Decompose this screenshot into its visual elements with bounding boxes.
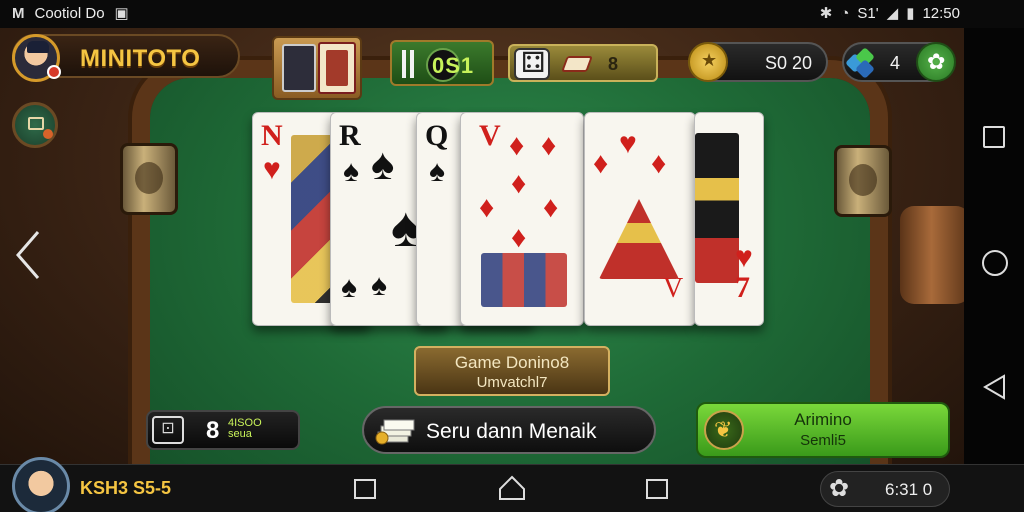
card-rank: R	[339, 119, 361, 152]
dice-counter[interactable]: 8	[508, 44, 658, 82]
profile-avatar[interactable]	[12, 34, 61, 82]
score-button[interactable]: 0S1	[390, 40, 494, 86]
square-button[interactable]	[354, 479, 376, 499]
playing-card[interactable]: ♦ ♥ ♦ V	[584, 112, 696, 326]
card-face-icon	[318, 42, 356, 94]
home-button[interactable]	[982, 250, 1008, 276]
system-nav-bar	[964, 28, 1024, 464]
home-outline-icon[interactable]	[498, 475, 526, 501]
chevron-left-icon[interactable]	[14, 228, 44, 282]
card-pip: ♠	[341, 271, 357, 304]
signal-icon: ◢	[886, 5, 899, 22]
card-suit: ♦	[593, 147, 609, 180]
table-icon: ⊡	[152, 416, 184, 444]
card-rank: N	[261, 119, 283, 152]
back-button[interactable]	[982, 374, 1008, 400]
game-mode-title: Game Donino8	[454, 353, 570, 372]
card-back-icon	[282, 44, 316, 92]
card-pip: ♦	[543, 191, 559, 224]
money-stack-icon	[375, 419, 415, 445]
play-button[interactable]: Seru dann Menaik	[362, 406, 656, 454]
notification-icon: ▣	[114, 5, 129, 22]
square-button[interactable]	[646, 479, 668, 499]
pause-icon	[402, 50, 414, 78]
card-pip: ♠	[371, 140, 395, 189]
right-cup-decoration	[834, 145, 892, 217]
gmail-icon: M	[12, 4, 25, 22]
gem-icon	[845, 47, 880, 79]
card-suit: ♦	[509, 129, 525, 162]
player-name: KSH3 S5-5	[80, 478, 172, 498]
dice-count: 8	[608, 54, 619, 74]
left-cup-decoration	[120, 143, 178, 215]
dice-icon	[514, 46, 550, 80]
bet-value: 8	[206, 417, 220, 444]
tv-icon[interactable]	[12, 102, 58, 148]
card-deck-button[interactable]	[272, 36, 362, 100]
gear-icon: ✿	[829, 475, 850, 502]
card-suit: ♥	[735, 241, 753, 274]
card-pip: ♦	[651, 147, 667, 180]
status-time: 12:50	[922, 4, 960, 22]
status-bar: M Cootiol Do ▣ ✱ ◔ S1' ◢ ▮ 12:50	[0, 0, 1024, 28]
bet-display[interactable]: ⊡ 8 4ISOO seua	[146, 410, 300, 450]
gem-value: 4	[890, 53, 901, 73]
card-suit: ♠	[429, 155, 445, 188]
coin-balance[interactable]: ★ S0 20	[688, 42, 828, 82]
card-rank: Q	[425, 119, 449, 152]
action-button[interactable]: ❦ Arimino Semli5	[696, 402, 950, 458]
bet-subtext: 4ISOO seua	[228, 417, 262, 440]
card-rank: V	[479, 119, 501, 152]
game-mode-subtitle: Umvatchl7	[476, 374, 548, 391]
card-pip: ♠	[371, 269, 387, 302]
brand-title: MINITOTO	[80, 45, 201, 72]
battery-icon: ▮	[906, 5, 915, 22]
court-figure	[599, 199, 679, 279]
signal-text: S1'	[857, 4, 879, 22]
status-carrier: Cootiol Do	[34, 4, 105, 22]
coin-value: S0 20	[764, 53, 812, 73]
balance-pill[interactable]: ✿ 6:31 0	[820, 471, 950, 507]
domino-icon	[561, 56, 593, 72]
card-pip: ♦	[541, 129, 557, 162]
profile-banner[interactable]: MINITOTO	[12, 34, 240, 82]
balance-value: 6:31 0	[885, 480, 933, 499]
player-avatar[interactable]	[12, 457, 70, 512]
card-suit: ♥	[263, 153, 281, 186]
score-display: 0S1	[432, 53, 475, 78]
play-label: Seru dann Menaik	[426, 420, 597, 443]
wifi-icon: ◔	[840, 4, 850, 22]
barrel-decoration	[900, 206, 964, 304]
card-rank: 7	[735, 271, 750, 304]
action-subtitle: Semli5	[800, 432, 846, 449]
court-figure	[695, 133, 739, 283]
game-area: MINITOTO 0S1 8 ★ S0 20 4 ✿ N ♥ R	[0, 28, 964, 464]
card-pip: ♥	[619, 127, 637, 160]
avatar-hat	[27, 41, 49, 53]
coin-icon: ★	[688, 42, 728, 82]
playing-card[interactable]: ♥ 7	[694, 112, 764, 326]
bluetooth-icon: ✱	[819, 5, 833, 22]
settings-gear-icon[interactable]: ✿	[916, 42, 956, 82]
playing-card[interactable]: V ♦ ♦ ♦ ♦ ♦ ♦	[460, 112, 584, 326]
notification-badge	[47, 65, 61, 79]
court-figure	[481, 253, 567, 307]
action-title: Arimino	[794, 410, 852, 429]
card-pip: ♦	[479, 191, 495, 224]
card-pip: V	[663, 273, 684, 304]
bottom-bar: KSH3 S5-5 ✿ 6:31 0	[0, 457, 1024, 512]
game-mode-button[interactable]: Game Donino8 Umvatchl7	[414, 346, 610, 396]
card-suit: ♠	[343, 155, 359, 188]
recent-apps-button[interactable]	[983, 126, 1005, 148]
card-pip: ♦	[511, 167, 527, 200]
card-pip: ♦	[511, 221, 527, 254]
